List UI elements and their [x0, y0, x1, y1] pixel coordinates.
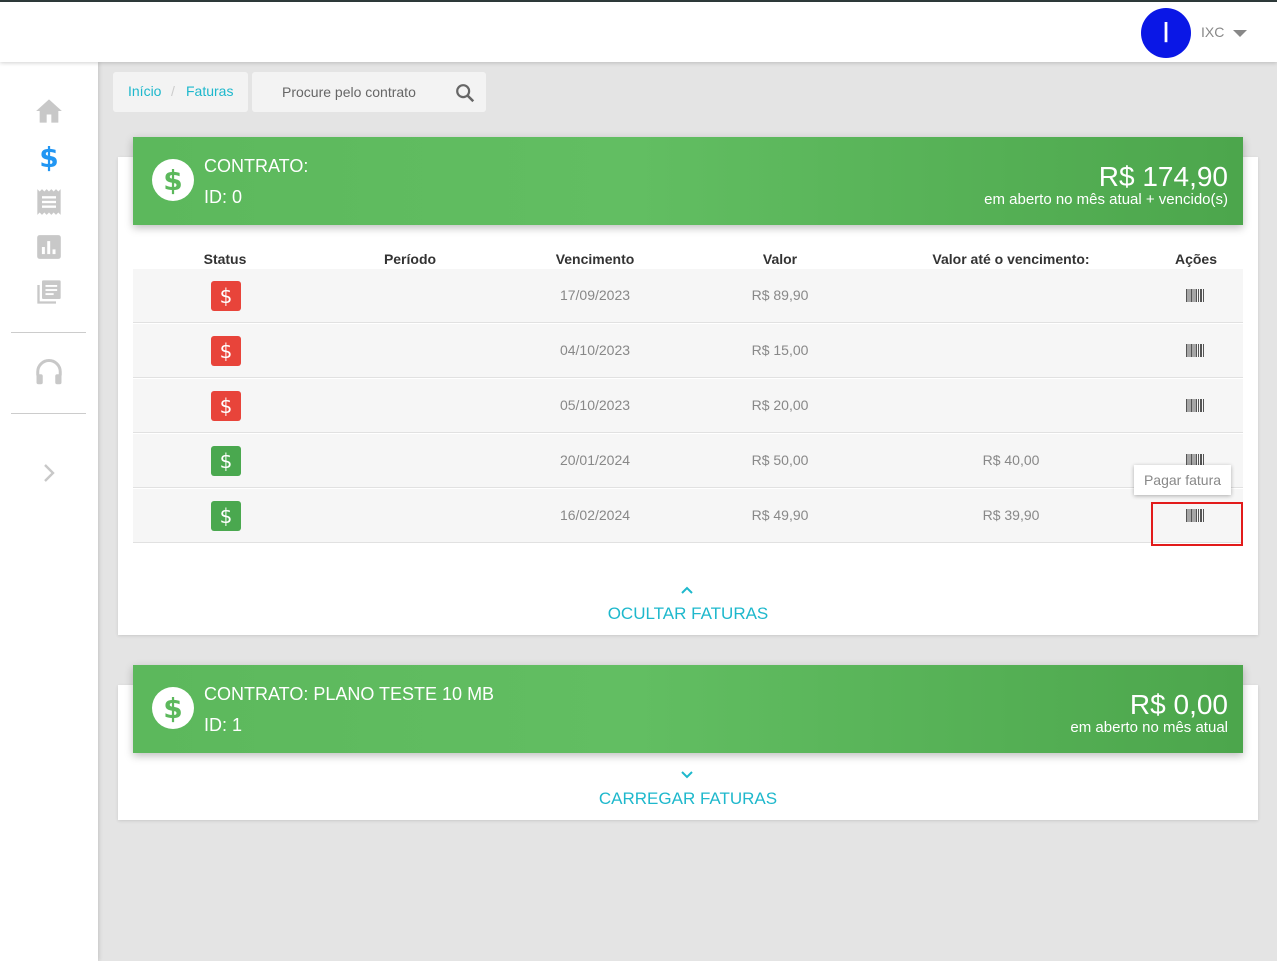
load-invoices-button[interactable]: CARREGAR FATURAS [118, 789, 1258, 809]
header-status: Status [203, 251, 247, 267]
chevron-right-icon[interactable] [34, 458, 64, 488]
table-row: $ 17/09/2023 R$ 89,90 [133, 269, 1243, 323]
sidebar: $ [0, 62, 98, 961]
sidebar-separator [11, 413, 86, 414]
hide-invoices-button[interactable]: OCULTAR FATURAS [118, 604, 1258, 624]
breadcrumb: Início / Faturas [113, 72, 248, 112]
due-date-cell: 17/09/2023 [559, 287, 631, 303]
contract-id: ID: 0 [204, 187, 243, 207]
contract-amount-subtitle: em aberto no mês atual [1070, 719, 1228, 736]
caret-down-icon[interactable] [1233, 30, 1247, 37]
value-cell: R$ 20,00 [751, 397, 809, 413]
breadcrumb-current[interactable]: Faturas [186, 83, 233, 99]
contract-title: CONTRATO: PLANO TESTE 10 MB [204, 684, 495, 704]
highlight-box [1151, 502, 1243, 546]
value-cell: R$ 50,00 [751, 452, 809, 468]
avatar[interactable]: I [1141, 8, 1191, 58]
due-date-cell: 04/10/2023 [559, 342, 631, 358]
svg-text:$: $ [163, 692, 182, 725]
due-date-cell: 05/10/2023 [559, 397, 631, 413]
chevron-up-icon[interactable] [680, 585, 694, 595]
library-icon[interactable] [34, 277, 64, 307]
chevron-down-icon[interactable] [680, 770, 694, 780]
contract-title: CONTRATO: [204, 156, 309, 176]
headset-icon[interactable] [34, 358, 64, 388]
header-value: Valor [762, 251, 798, 267]
due-date-cell: 16/02/2024 [559, 507, 631, 523]
search-icon[interactable] [454, 82, 476, 104]
header-period: Período [383, 251, 437, 267]
status-badge-overdue: $ [211, 336, 241, 366]
breadcrumb-separator: / [171, 83, 175, 99]
table-row: $ 04/10/2023 R$ 15,00 [133, 324, 1243, 378]
svg-text:$: $ [163, 164, 182, 197]
table-row: $ 16/02/2024 R$ 49,90 R$ 39,90 [133, 489, 1243, 543]
barcode-icon[interactable] [1186, 289, 1204, 302]
username[interactable]: IXC [1201, 24, 1224, 40]
contract-amount: R$ 174,90 [1098, 161, 1228, 192]
invoice-table-header: Status Período Vencimento Valor Valor at… [133, 250, 1243, 270]
header-actions: Ações [1174, 251, 1218, 267]
sidebar-separator [11, 332, 86, 333]
top-bar: I IXC [0, 2, 1277, 62]
contract-banner: $ CONTRATO: ID: 0 R$ 174,90 em aberto no… [133, 137, 1243, 225]
contract-id: ID: 1 [204, 715, 243, 735]
barcode-icon[interactable] [1186, 344, 1204, 357]
value-cell: R$ 89,90 [751, 287, 809, 303]
value-until-due-cell: R$ 40,00 [982, 452, 1040, 468]
value-cell: R$ 49,90 [751, 507, 809, 523]
header-value-until-due: Valor até o vencimento: [932, 251, 1090, 267]
breadcrumb-home[interactable]: Início [128, 83, 161, 99]
table-row: $ 05/10/2023 R$ 20,00 [133, 379, 1243, 433]
search-box [252, 72, 486, 112]
header-due-date: Vencimento [555, 251, 635, 267]
status-badge-overdue: $ [211, 391, 241, 421]
chart-icon[interactable] [34, 232, 64, 262]
status-badge-open: $ [211, 446, 241, 476]
contract-banner: $ CONTRATO: PLANO TESTE 10 MB ID: 1 R$ 0… [133, 665, 1243, 753]
search-input[interactable] [252, 72, 452, 112]
dollar-icon[interactable]: $ [34, 141, 64, 174]
status-badge-open: $ [211, 501, 241, 531]
home-icon[interactable] [34, 96, 64, 126]
receipt-icon[interactable] [34, 187, 64, 217]
barcode-icon[interactable] [1186, 399, 1204, 412]
contract-amount: R$ 0,00 [1129, 689, 1228, 720]
dollar-circle-icon: $ [152, 687, 194, 729]
due-date-cell: 20/01/2024 [559, 452, 631, 468]
status-badge-overdue: $ [211, 281, 241, 311]
pay-invoice-tooltip: Pagar fatura [1134, 465, 1231, 495]
value-until-due-cell: R$ 39,90 [982, 507, 1040, 523]
contract-amount-subtitle: em aberto no mês atual + vencido(s) [984, 191, 1228, 208]
table-row: $ 20/01/2024 R$ 50,00 R$ 40,00 [133, 434, 1243, 488]
dollar-circle-icon: $ [152, 159, 194, 201]
value-cell: R$ 15,00 [751, 342, 809, 358]
